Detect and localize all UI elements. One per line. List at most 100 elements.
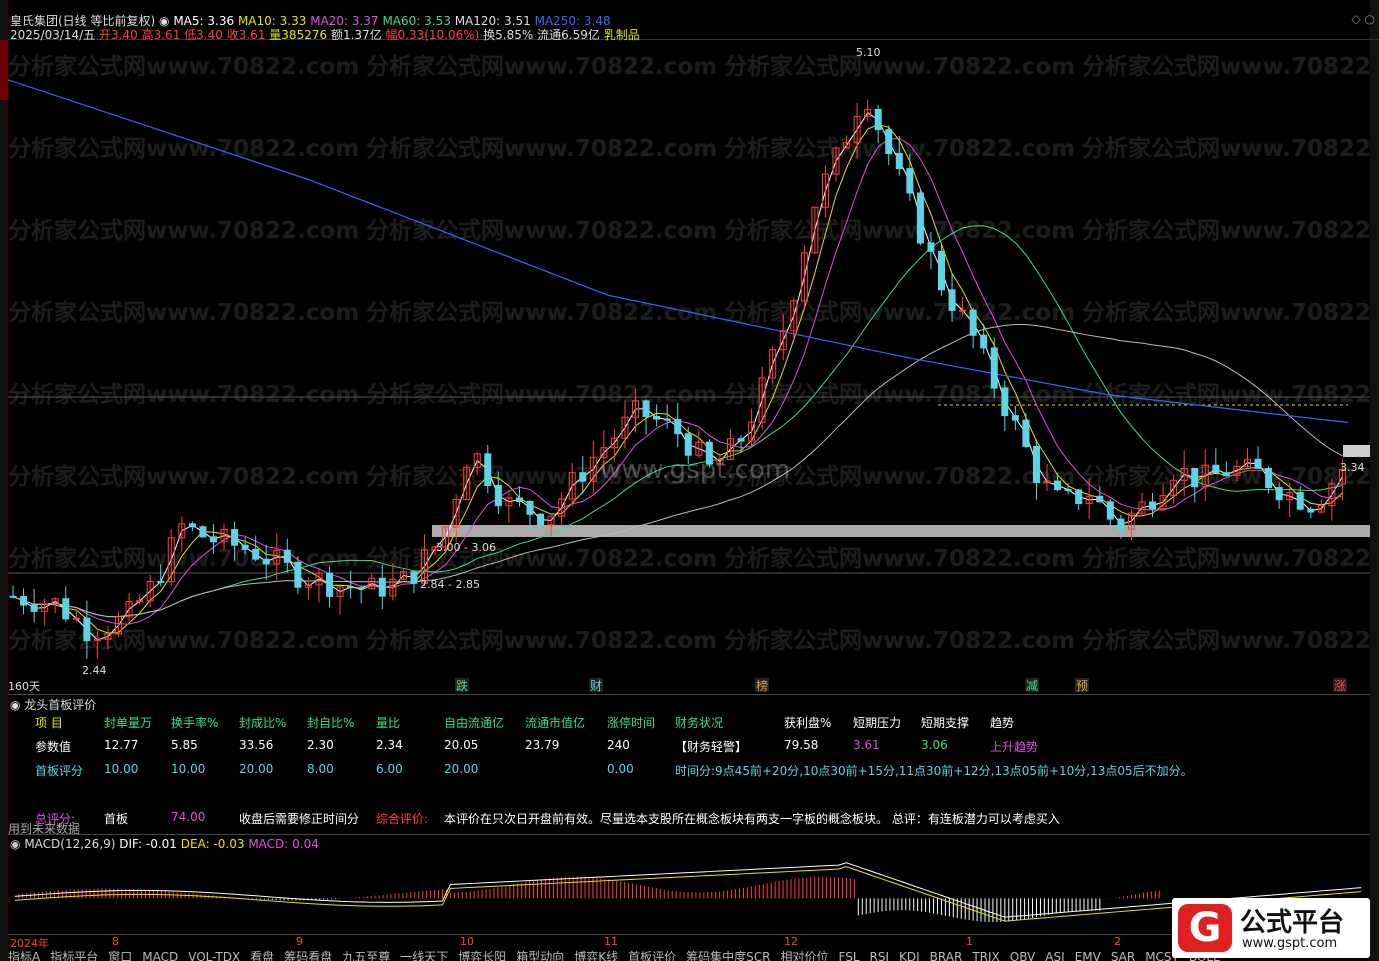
event-marker[interactable]: 涨 [1334, 678, 1346, 693]
collapse-icon[interactable]: ◉ [10, 837, 20, 851]
indicator-tab[interactable]: RSI [870, 950, 890, 961]
period-label[interactable]: 160天 [8, 680, 40, 693]
indicator-tab[interactable]: KDJ [899, 950, 920, 961]
event-marker[interactable]: 预 [1076, 679, 1088, 693]
macd-title[interactable]: MACD(12,26,9) [24, 837, 115, 851]
event-marker[interactable]: 榜 [756, 678, 768, 693]
leader-board-panel: ◉ 龙头首板评价 项 目 封单量万 换手率% 封成比% 封自比% 量比 自由流通亿 流通市值亿… [8, 694, 1370, 836]
macd-dea: DEA: -0.03 [180, 837, 245, 851]
watermark-text: 分析家公式网www.70822.com [366, 299, 717, 326]
candle [199, 525, 207, 538]
candle [821, 165, 829, 218]
indicator-tab[interactable]: MACD [142, 950, 178, 961]
panel-header-cell: 获利盘% [784, 716, 832, 730]
watermark-text: 分析家公式网www.70822.com [8, 381, 359, 408]
indicator-tab[interactable]: 相对价位 [781, 950, 829, 961]
sidebar-tab-active[interactable] [0, 40, 8, 100]
watermark-text: 分析家公式网www.70822.com [724, 299, 1075, 326]
candle [410, 571, 418, 594]
candles [9, 99, 1346, 659]
panel-header-cell: 短期压力 [853, 716, 902, 730]
watermark-text: 分析家公式网www.70822.com [366, 135, 717, 162]
candle [558, 492, 566, 527]
panel-value-cell: 5.85 [171, 738, 198, 752]
axis-month: 12 [784, 935, 798, 948]
indicator-tab[interactable]: SAR [1111, 950, 1135, 961]
candle [1254, 446, 1262, 469]
support-label-1: 3.00 - 3.06 [436, 541, 496, 554]
panel-header-cell: 项 目 [35, 716, 63, 730]
panel-total-type: 首板 [104, 812, 129, 826]
candle [315, 568, 323, 603]
event-marker[interactable]: 跌 [456, 678, 468, 693]
panel-summary: 本评价在只次日开盘前有效。尽量选本支股所在概念板块有两支一字板的概念板块。 总评… [444, 812, 1060, 826]
event-marker[interactable]: 财 [590, 679, 602, 693]
indicator-tab[interactable]: 箱型动向 [516, 950, 564, 961]
indicator-tab[interactable]: 筹码集中度SCR [686, 950, 770, 961]
candle [800, 245, 808, 311]
axis-month: 11 [604, 935, 618, 948]
panel-header-cell: 封单量万 [104, 716, 153, 730]
site-watermark: www.gspt.com [600, 455, 790, 485]
collapse-icon[interactable]: ◉ [10, 698, 24, 712]
candle [674, 403, 682, 448]
candle [864, 99, 872, 122]
diamond-icon[interactable]: ◇ ○ [1351, 12, 1375, 26]
panel-value-cell: 3.61 [853, 738, 880, 752]
panel-score-cell: 10.00 [171, 762, 206, 776]
indicator-tabs: 指标A 指标平台 窗口 MACD VOL-TDX 看盘 筹码看盘 九五至尊 一线天下 博弈长阳 箱型… [8, 948, 1230, 961]
indicator-tab[interactable]: 窗口 [108, 950, 132, 961]
indicator-tab[interactable]: ASI [1045, 950, 1064, 961]
indicator-tab[interactable]: EMV [1075, 950, 1101, 961]
candle [1212, 448, 1220, 474]
logo-icon: G [1178, 904, 1232, 952]
axis-month: 2 [1114, 935, 1121, 948]
panel-total-score: 74.00 [171, 810, 206, 824]
panel-score-cell: 10.00 [104, 762, 139, 776]
indicator-tab[interactable]: 筹码看盘 [284, 950, 332, 961]
brand-logo: G 公式平台 www.gspt.com [1172, 898, 1370, 958]
panel-header-cell: 趋势 [990, 716, 1015, 730]
candle [336, 585, 344, 615]
bottom-bar: 2024年 8 9 10 11 12 1 2 指标A 指标平台 窗口 MACD VOL-TDX 看盘 筹码… [8, 934, 1370, 961]
watermark-text: 分析家公式网www.70822.com [366, 381, 717, 408]
indicator-tab[interactable]: 首板评价 [628, 950, 676, 961]
right-sidebar-strip[interactable] [1370, 0, 1379, 961]
candlestick-chart[interactable]: 分析家公式网www.70822.com 分析家公式网www.70822.com 分析… [8, 40, 1370, 694]
macd-value: MACD: 0.04 [248, 837, 319, 851]
indicator-tab[interactable]: 博弈K线 [574, 950, 618, 961]
indicator-tab[interactable]: 指标A [8, 950, 40, 961]
indicator-tab[interactable]: 一线天下 [400, 950, 448, 961]
candle [695, 429, 703, 459]
panel-title[interactable]: ◉ 龙头首板评价 [10, 696, 96, 713]
panel-value-cell: 79.58 [784, 738, 819, 752]
indicator-tab[interactable]: 九五至尊 [342, 950, 390, 961]
watermark-text: 分析家公式网www.70822.com [724, 627, 1075, 654]
indicator-tab[interactable]: FSL [839, 950, 860, 961]
price-tag-box [1343, 445, 1370, 457]
ma250-line [8, 79, 1349, 424]
indicator-tab[interactable]: OBV [1010, 950, 1036, 961]
logo-url: www.gspt.com [1242, 936, 1338, 951]
left-sidebar-strip[interactable] [0, 0, 8, 961]
candle [1075, 488, 1083, 510]
candle [1243, 448, 1251, 470]
axis-month: 1 [966, 935, 973, 948]
watermark-text: 分析家公式网www.70822.com [724, 381, 1075, 408]
indicator-tab[interactable]: TRIX [972, 950, 999, 961]
indicator-tab[interactable]: BRAR [930, 950, 963, 961]
panel-value-cell: 240 [607, 738, 630, 752]
indicator-tab[interactable]: VOL-TDX [188, 950, 240, 961]
indicator-tab[interactable]: 指标平台 [50, 950, 98, 961]
candle [663, 404, 671, 429]
indicator-tab[interactable]: 看盘 [250, 950, 274, 961]
panel-header-cell: 流通市值亿 [525, 716, 586, 730]
candle [1138, 492, 1146, 515]
watermark-text: 分析家公式网www.70822.com [1082, 53, 1370, 80]
axis-month: 9 [296, 935, 303, 948]
candle [1022, 412, 1030, 449]
event-marker[interactable]: 减 [1026, 679, 1038, 693]
indicator-tab[interactable]: 博弈长阳 [458, 950, 506, 961]
panel-value-cell: 23.79 [525, 738, 560, 752]
candle [20, 588, 28, 615]
